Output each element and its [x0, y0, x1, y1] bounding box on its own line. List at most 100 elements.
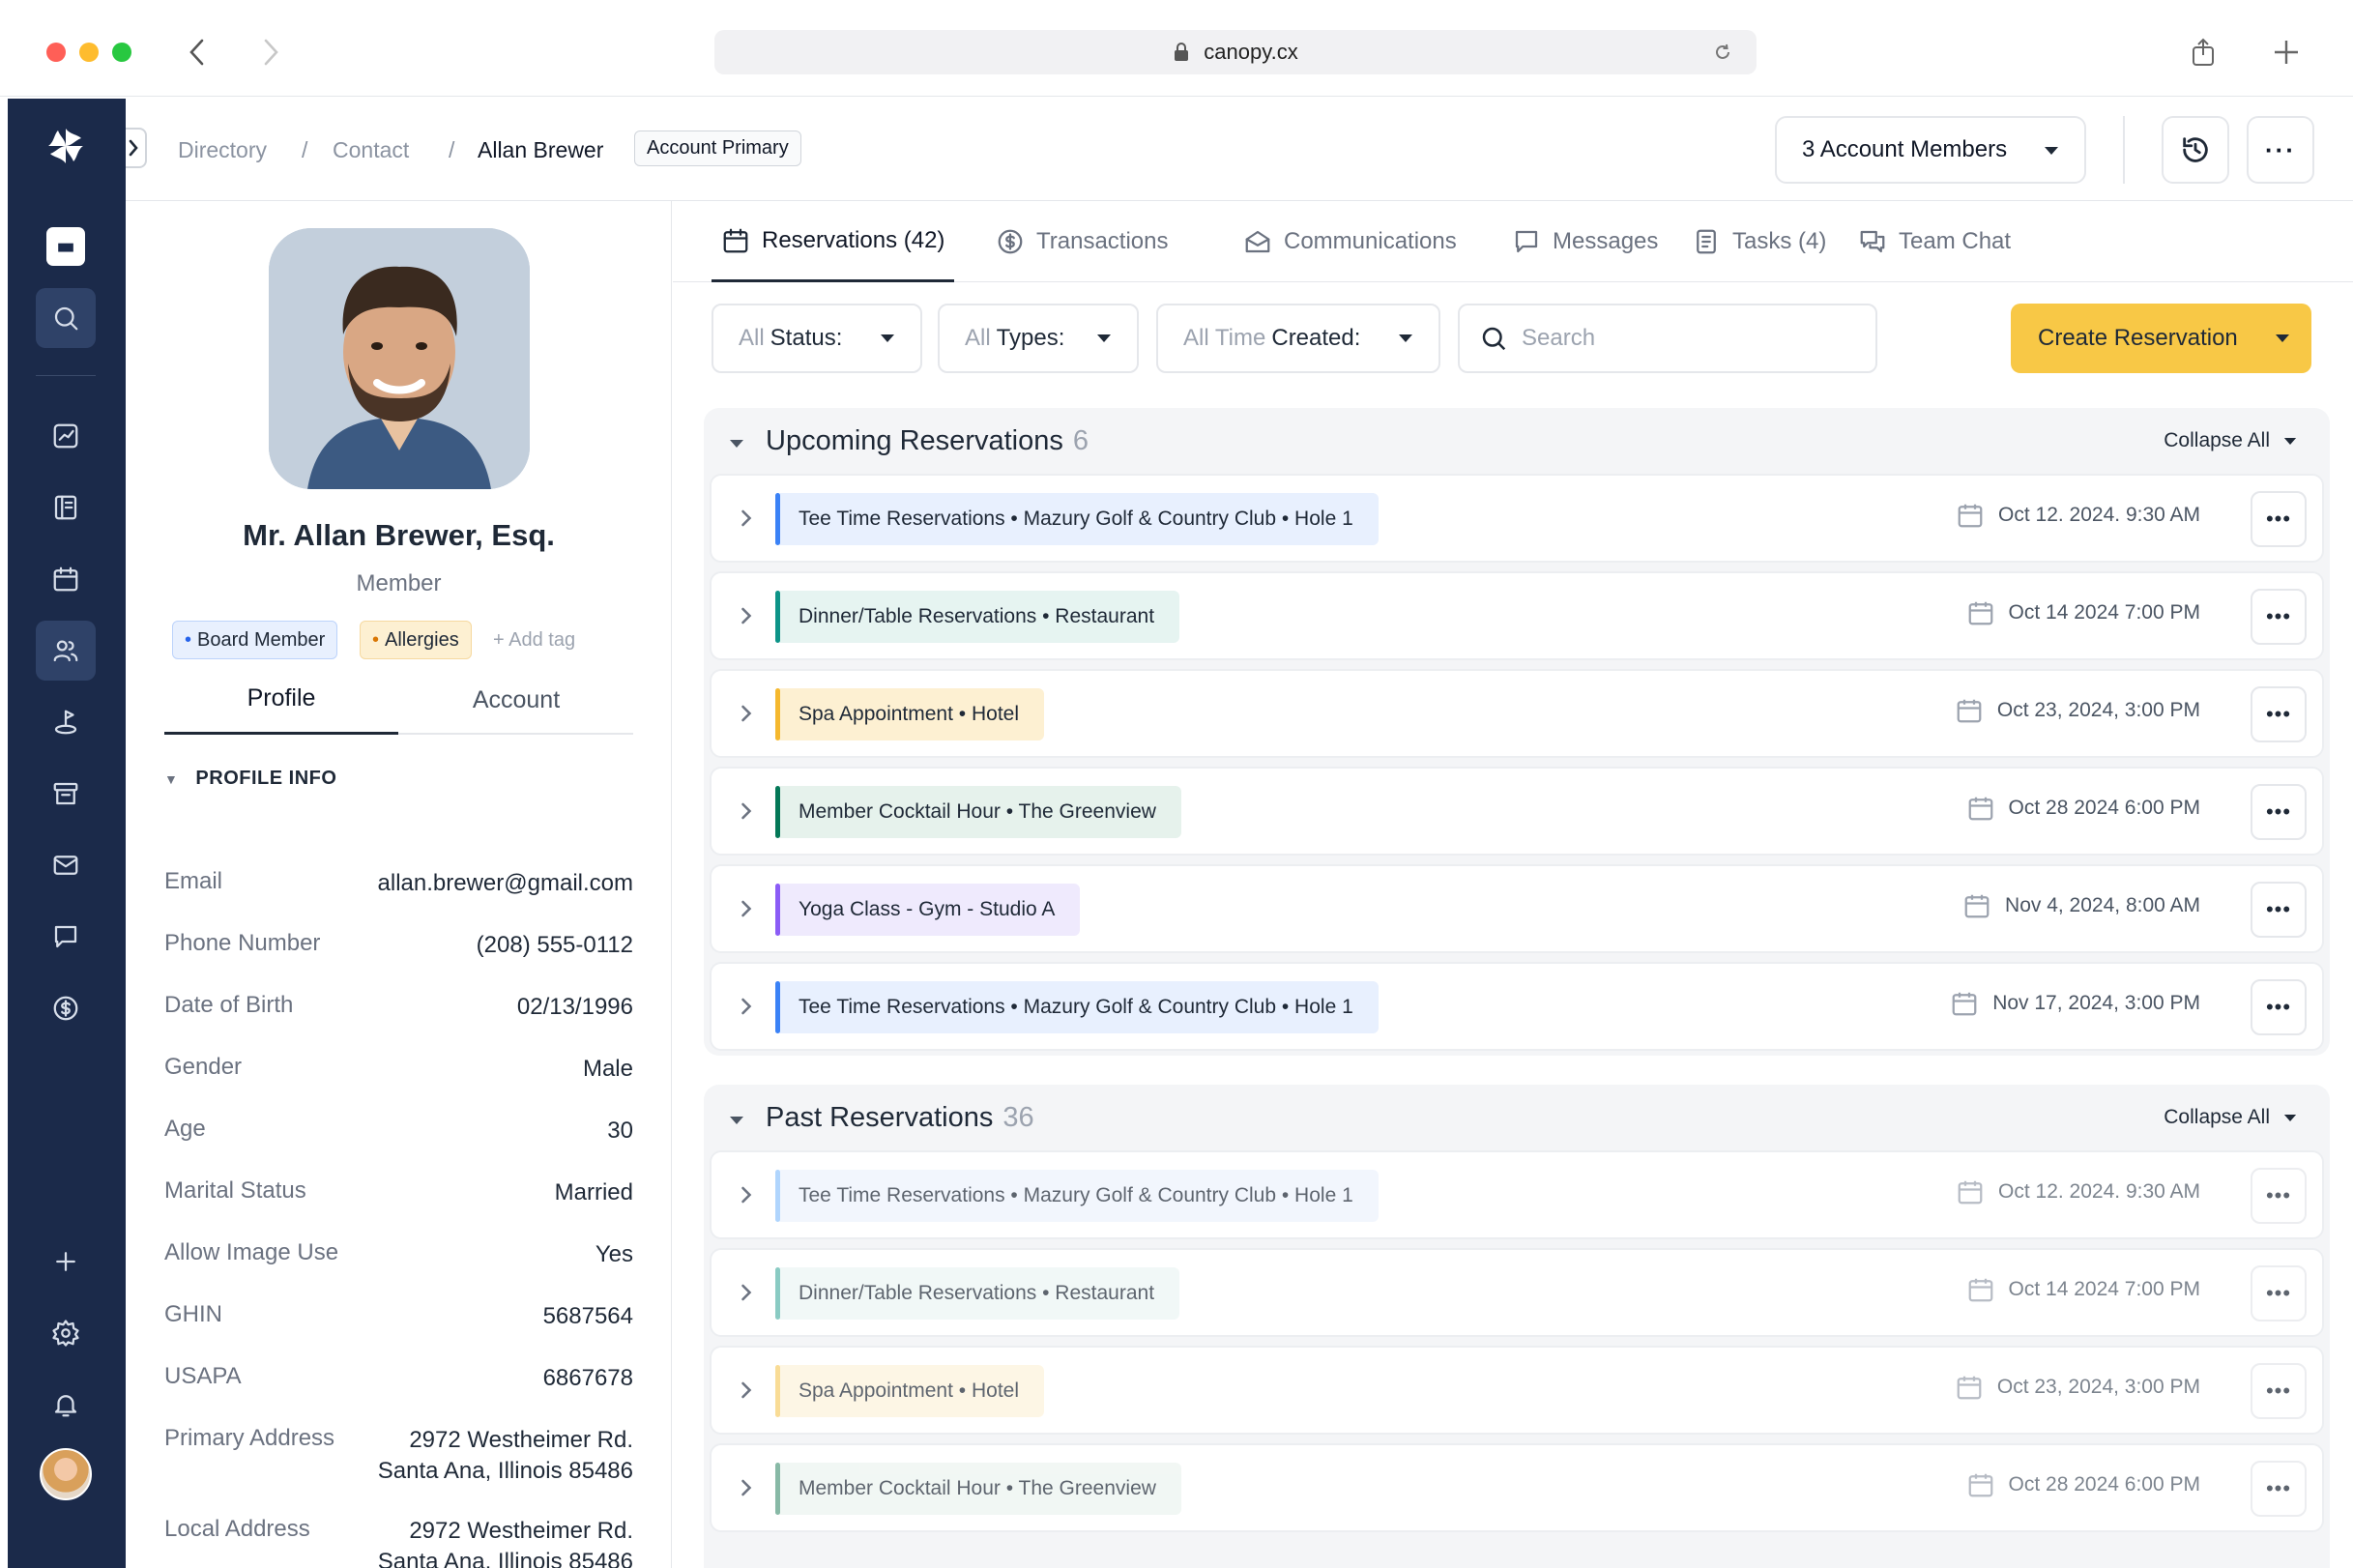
collapse-all-button[interactable]: Collapse All	[2164, 1106, 2297, 1129]
reservation-row[interactable]: Dinner/Table Reservations • Restaurant Oc…	[710, 1248, 2324, 1337]
row-more-button[interactable]: •••	[2251, 979, 2307, 1035]
tab-profile[interactable]: Profile	[164, 665, 398, 735]
reservation-title[interactable]: Tee Time Reservations • Mazury Golf & Co…	[775, 981, 1379, 1033]
sidebar-item-dashboard[interactable]	[36, 406, 96, 466]
minimize-window-button[interactable]	[79, 43, 99, 62]
row-more-button[interactable]: •••	[2251, 686, 2307, 742]
reservation-row[interactable]: Tee Time Reservations • Mazury Golf & Co…	[710, 1150, 2324, 1239]
close-window-button[interactable]	[46, 43, 66, 62]
chevron-right-icon[interactable]	[733, 505, 760, 532]
group-header[interactable]: Past Reservations 36 Collapse All	[704, 1085, 2330, 1150]
reservation-row[interactable]: Yoga Class - Gym - Studio A Nov 4, 2024, …	[710, 864, 2324, 953]
field-value: 6867678	[542, 1365, 633, 1391]
chevron-right-icon[interactable]	[733, 1279, 760, 1306]
group-header[interactable]: Upcoming Reservations 6 Collapse All	[704, 408, 2330, 474]
row-more-button[interactable]: •••	[2251, 491, 2307, 547]
profile-info-header[interactable]: ▼ PROFILE INFO	[164, 768, 336, 790]
back-button[interactable]	[182, 35, 213, 70]
reload-icon[interactable]	[1712, 42, 1733, 63]
history-button[interactable]	[2162, 116, 2229, 184]
time-created-filter[interactable]: All Time Created:	[1156, 304, 1440, 373]
create-reservation-button[interactable]: Create Reservation	[2011, 304, 2311, 373]
sidebar-search[interactable]	[36, 288, 96, 348]
sidebar-item-golf[interactable]	[36, 692, 96, 752]
new-tab-button[interactable]	[2270, 35, 2303, 70]
sidebar-item-billing[interactable]	[36, 978, 96, 1038]
reservation-title[interactable]: Yoga Class - Gym - Studio A	[775, 884, 1081, 936]
app-logo[interactable]	[36, 116, 96, 176]
sidebar-add[interactable]	[36, 1232, 96, 1292]
person-photo-icon	[269, 228, 530, 489]
account-members-dropdown[interactable]: 3 Account Members	[1775, 116, 2086, 184]
address-bar[interactable]: canopy.cx	[714, 30, 1757, 74]
reservation-title[interactable]: Member Cocktail Hour • The Greenview	[775, 1463, 1181, 1515]
lock-icon	[1175, 43, 1189, 61]
calendar-icon	[1968, 1278, 1992, 1302]
chevron-right-icon[interactable]	[733, 798, 760, 825]
row-more-button[interactable]: •••	[2251, 589, 2307, 645]
tab-account[interactable]: Account	[399, 665, 633, 735]
row-more-button[interactable]: •••	[2251, 1363, 2307, 1419]
status-filter[interactable]: All Status:	[712, 304, 922, 373]
row-more-button[interactable]: •••	[2251, 784, 2307, 840]
more-options-button[interactable]: ···	[2247, 116, 2314, 184]
search-input[interactable]: Search	[1458, 304, 1877, 373]
user-avatar[interactable]	[36, 1444, 96, 1504]
tab-messages[interactable]: Messages	[1512, 201, 1658, 282]
tag-allergies[interactable]: • Allergies	[360, 621, 472, 659]
share-button[interactable]	[2187, 35, 2220, 70]
reservation-date: Oct 12. 2024. 9:30 AM	[1956, 501, 2200, 530]
chevron-right-icon[interactable]	[733, 1377, 760, 1404]
chevron-right-icon[interactable]	[733, 1474, 760, 1501]
tag-board-member[interactable]: • Board Member	[172, 621, 338, 659]
field-label: Allow Image Use	[164, 1239, 339, 1265]
tab-transactions[interactable]: Transactions	[996, 201, 1169, 282]
tab-reservations[interactable]: Reservations (42)	[712, 201, 955, 282]
reservation-title[interactable]: Spa Appointment • Hotel	[775, 1365, 1044, 1417]
reservation-row[interactable]: Tee Time Reservations • Mazury Golf & Co…	[710, 474, 2324, 563]
types-filter[interactable]: All Types:	[938, 304, 1139, 373]
toggle-sidebar-button[interactable]	[126, 128, 147, 168]
reservation-row[interactable]: Member Cocktail Hour • The Greenview Oct …	[710, 767, 2324, 856]
chevron-right-icon[interactable]	[733, 602, 760, 629]
row-more-button[interactable]: •••	[2251, 1461, 2307, 1517]
reservation-title[interactable]: Member Cocktail Hour • The Greenview	[775, 786, 1181, 838]
reservation-title[interactable]: Tee Time Reservations • Mazury Golf & Co…	[775, 493, 1379, 545]
reservation-title[interactable]: Dinner/Table Reservations • Restaurant	[775, 591, 1180, 643]
reservation-row[interactable]: Spa Appointment • Hotel Oct 23, 2024, 3:0…	[710, 669, 2324, 758]
sidebar-item-calendar[interactable]	[36, 549, 96, 609]
reservation-row[interactable]: Spa Appointment • Hotel Oct 23, 2024, 3:0…	[710, 1346, 2324, 1435]
maximize-window-button[interactable]	[112, 43, 131, 62]
sidebar-item-members[interactable]	[36, 621, 96, 681]
row-more-button[interactable]: •••	[2251, 1168, 2307, 1224]
tab-tasks[interactable]: Tasks (4)	[1692, 201, 1826, 282]
reservation-title[interactable]: Tee Time Reservations • Mazury Golf & Co…	[775, 1170, 1379, 1222]
add-tag-button[interactable]: + Add tag	[485, 621, 583, 659]
sidebar-settings[interactable]	[36, 1303, 96, 1363]
breadcrumb-contact[interactable]: Contact	[333, 137, 409, 163]
tab-communications[interactable]: Communications	[1243, 201, 1457, 282]
reservation-row[interactable]: Tee Time Reservations • Mazury Golf & Co…	[710, 962, 2324, 1051]
chevron-right-icon[interactable]	[733, 700, 760, 727]
collapse-all-button[interactable]: Collapse All	[2164, 429, 2297, 452]
forward-button[interactable]	[255, 35, 286, 70]
reservation-date: Oct 23, 2024, 3:00 PM	[1955, 696, 2200, 725]
club-badge[interactable]: ▆▆	[36, 217, 96, 276]
sidebar-item-mail[interactable]	[36, 835, 96, 895]
breadcrumb-directory[interactable]: Directory	[178, 137, 267, 163]
sidebar-item-archive[interactable]	[36, 764, 96, 824]
sidebar-notifications[interactable]	[36, 1375, 96, 1435]
reservation-title[interactable]: Spa Appointment • Hotel	[775, 688, 1044, 740]
row-more-button[interactable]: •••	[2251, 1265, 2307, 1321]
reservation-title[interactable]: Dinner/Table Reservations • Restaurant	[775, 1267, 1180, 1320]
chevron-right-icon[interactable]	[733, 1181, 760, 1208]
chevron-right-icon[interactable]	[733, 895, 760, 922]
tab-team-chat[interactable]: Team Chat	[1858, 201, 2011, 282]
reservation-row[interactable]: Member Cocktail Hour • The Greenview Oct …	[710, 1443, 2324, 1532]
sidebar-item-ledger[interactable]	[36, 478, 96, 537]
sidebar-item-chat[interactable]	[36, 907, 96, 967]
row-more-button[interactable]: •••	[2251, 882, 2307, 938]
reservation-row[interactable]: Dinner/Table Reservations • Restaurant Oc…	[710, 571, 2324, 660]
field-value: 5687564	[542, 1303, 633, 1329]
chevron-right-icon[interactable]	[733, 993, 760, 1020]
